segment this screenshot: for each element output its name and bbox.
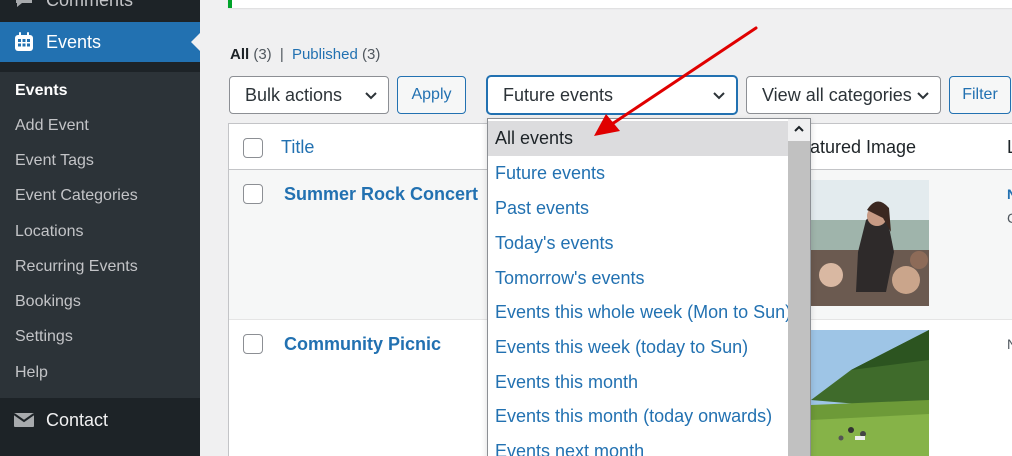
row-checkbox[interactable] — [243, 184, 263, 204]
filter-separator: | — [279, 46, 284, 63]
scope-option-all-events[interactable]: All events — [488, 121, 790, 156]
dropdown-scrollbar[interactable] — [788, 119, 810, 456]
status-filter-links: All (3) | Published (3) — [230, 46, 380, 63]
sidebar-item-comments[interactable]: Comments — [0, 0, 200, 20]
comments-icon — [12, 0, 36, 12]
sidebar-item-contact[interactable]: Contact — [0, 400, 200, 440]
filter-all-count: (3) — [253, 46, 272, 63]
submenu-item-locations[interactable]: Locations — [15, 223, 84, 241]
apply-button[interactable]: Apply — [397, 76, 466, 114]
scope-option-this-month[interactable]: Events this month — [488, 365, 790, 400]
row-checkbox[interactable] — [243, 334, 263, 354]
admin-sidebar: Comments Events Events Add Event Event T… — [0, 0, 200, 456]
category-value: View all categories — [762, 84, 912, 105]
filter-button[interactable]: Filter — [949, 76, 1011, 114]
scope-option-next-month[interactable]: Events next month — [488, 434, 790, 456]
calendar-icon — [12, 30, 36, 54]
submenu-item-event-categories[interactable]: Event Categories — [15, 187, 138, 205]
category-select[interactable]: View all categories — [746, 76, 941, 114]
scope-option-this-month-onwards[interactable]: Events this month (today onwards) — [488, 399, 790, 434]
filter-published-count: (3) — [362, 46, 381, 63]
scrollbar-thumb[interactable] — [788, 141, 810, 456]
event-title-link[interactable]: Summer Rock Concert — [284, 184, 478, 205]
submenu-item-bookings[interactable]: Bookings — [15, 293, 81, 311]
sidebar-item-label: Events — [46, 31, 102, 52]
filter-published-link[interactable]: Published — [292, 46, 358, 63]
event-title-link[interactable]: Community Picnic — [284, 334, 441, 355]
scope-option-todays-events[interactable]: Today's events — [488, 226, 790, 261]
chevron-up-icon[interactable] — [793, 123, 805, 135]
chevron-down-icon — [917, 92, 929, 100]
sidebar-item-events[interactable]: Events — [0, 22, 200, 62]
events-submenu: Events Add Event Event Tags Event Catego… — [0, 72, 200, 398]
submenu-item-events[interactable]: Events — [15, 82, 67, 100]
scope-option-tomorrows-events[interactable]: Tomorrow's events — [488, 261, 790, 296]
submenu-item-recurring-events[interactable]: Recurring Events — [15, 258, 138, 276]
submenu-item-help[interactable]: Help — [15, 364, 48, 382]
envelope-icon — [12, 408, 36, 432]
event-scope-dropdown-list: All events Future events Past events Tod… — [487, 118, 811, 456]
scope-option-future-events[interactable]: Future events — [488, 156, 790, 191]
column-title-sort[interactable]: Title — [281, 137, 314, 158]
featured-image-picnic — [811, 330, 929, 456]
bulk-actions-value: Bulk actions — [245, 84, 343, 105]
featured-image-concert — [811, 180, 929, 306]
sidebar-item-label: Contact — [46, 409, 109, 430]
scope-option-whole-week[interactable]: Events this whole week (Mon to Sun) — [488, 295, 791, 330]
scope-option-past-events[interactable]: Past events — [488, 191, 790, 226]
select-all-checkbox[interactable] — [243, 138, 263, 158]
filter-all-link[interactable]: All — [230, 46, 249, 63]
submenu-item-event-tags[interactable]: Event Tags — [15, 152, 94, 170]
submenu-item-add-event[interactable]: Add Event — [15, 117, 89, 135]
sidebar-item-label: Comments — [46, 0, 133, 11]
admin-notice — [228, 0, 1012, 8]
bulk-actions-select[interactable]: Bulk actions — [229, 76, 389, 114]
event-scope-select[interactable]: Future events — [487, 76, 737, 114]
event-scope-value: Future events — [503, 84, 614, 105]
submenu-item-settings[interactable]: Settings — [15, 328, 73, 346]
location-link[interactable]: N — [1007, 186, 1012, 202]
chevron-down-icon — [713, 92, 725, 100]
location-detail: C — [1007, 210, 1012, 226]
scope-option-this-week[interactable]: Events this week (today to Sun) — [488, 330, 790, 365]
chevron-down-icon — [365, 92, 377, 100]
column-location: L — [1007, 137, 1012, 158]
location-detail: N — [1007, 336, 1012, 352]
